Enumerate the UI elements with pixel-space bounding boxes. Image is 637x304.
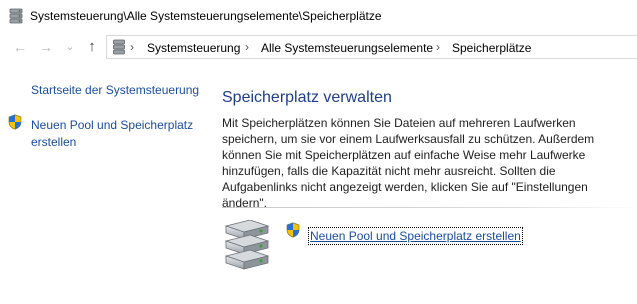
breadcrumb-separator[interactable]: › [130,40,134,54]
breadcrumb-alle-elemente[interactable]: Alle Systemsteuerungselemente [261,41,433,55]
breadcrumb-separator[interactable]: › [436,40,440,54]
uac-shield-icon [8,114,22,130]
storage-drive-icon [113,39,125,55]
breadcrumb-separator[interactable]: › [245,40,249,54]
create-pool-link[interactable]: Neuen Pool und Speicherplatz erstellen [308,227,523,245]
breadcrumb-systemsteuerung[interactable]: Systemsteuerung [147,41,240,55]
chevron-down-icon[interactable]: ⌄ [62,39,78,55]
storage-spaces-icon [224,220,270,270]
breadcrumb-speicherplaetze[interactable]: Speicherplätze [452,41,531,55]
description-text: Mit Speicherplätzen können Sie Dateien a… [222,116,595,210]
window-title: Systemsteuerung\Alle Systemsteuerungsele… [30,9,382,23]
uac-shield-icon [286,222,300,238]
forward-icon[interactable]: → [38,39,54,55]
address-bar[interactable]: › Systemsteuerung › Alle Systemsteuerung… [106,35,637,59]
divider [222,207,637,208]
title-bar: Systemsteuerung\Alle Systemsteuerungsele… [0,0,637,32]
up-arrow-icon[interactable]: ↑ [84,39,100,55]
main-content: Speicherplatz verwalten Mit Speicherplät… [222,62,637,304]
sidebar-create-pool-link[interactable]: Neuen Pool und Speicherplatz erstellen [31,117,201,151]
storage-drive-icon [9,8,23,24]
sidebar-home-link[interactable]: Startseite der Systemsteuerung [31,82,201,99]
page-title: Speicherplatz verwalten [222,89,392,106]
navigation-bar: ← → ⌄ ↑ › Systemsteuerung › Alle Systems… [0,32,637,62]
sidebar: Startseite der Systemsteuerung Neuen Poo… [0,62,200,304]
back-icon[interactable]: ← [12,39,28,55]
